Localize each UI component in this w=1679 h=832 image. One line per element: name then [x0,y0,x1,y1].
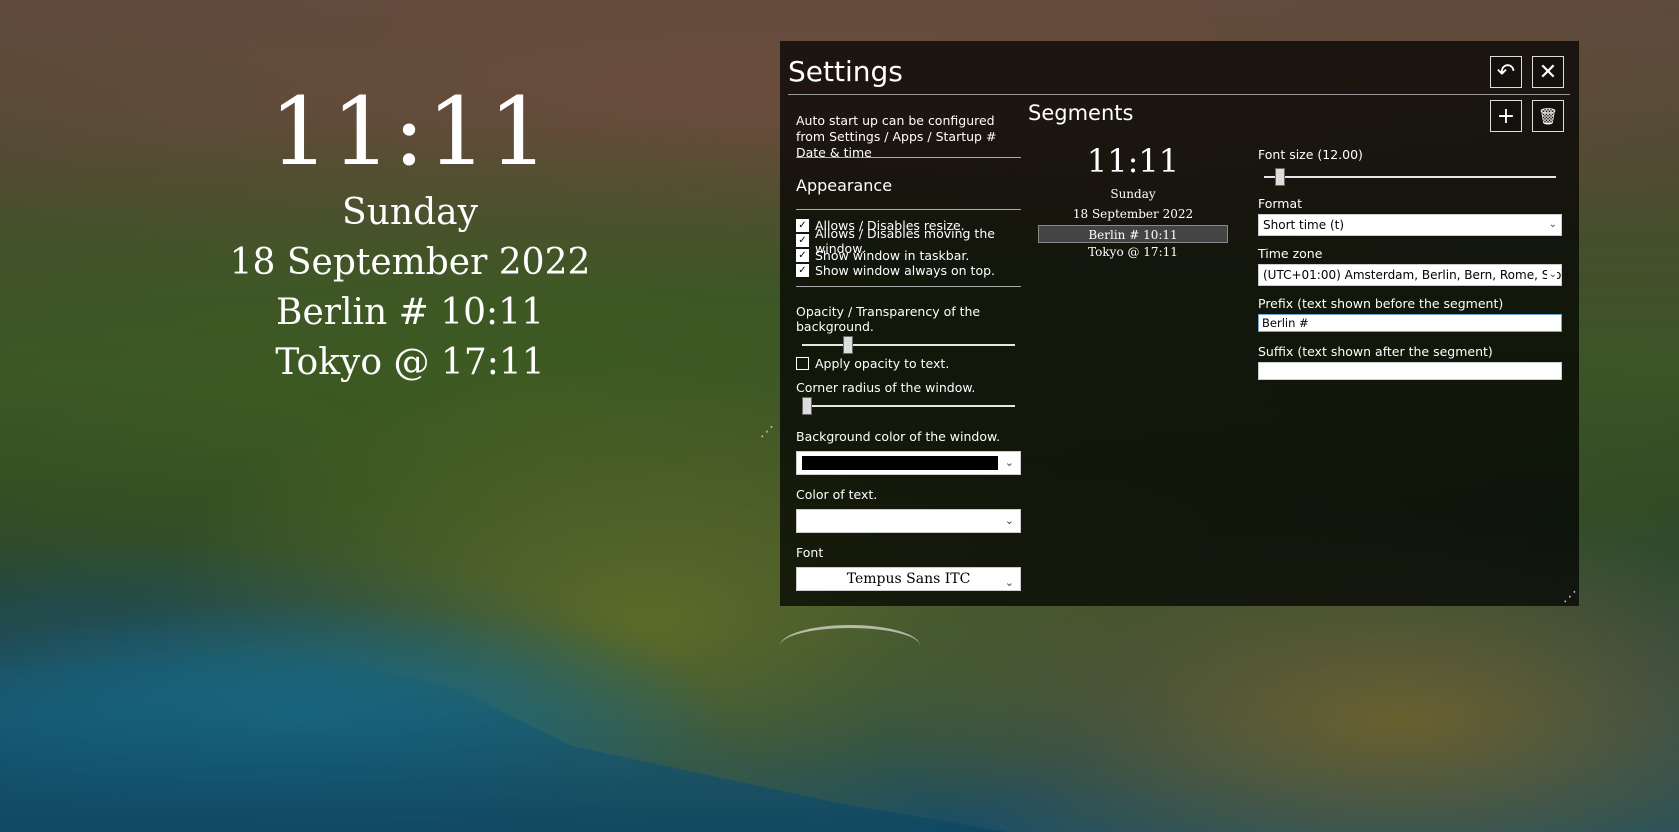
slider-track [802,344,1015,346]
chevron-down-icon: ⌄ [1004,514,1014,527]
chevron-down-icon: ⌄ [1546,265,1557,285]
slider-thumb[interactable] [842,336,853,354]
check-icon: ✓ [796,264,809,277]
text-color-label: Color of text. [796,487,878,502]
opacity-slider[interactable] [796,334,1021,356]
color-swatch [802,456,998,470]
corner-radius-label: Corner radius of the window. [796,380,976,395]
format-value: Short time (t) [1263,218,1345,232]
undo-icon: ↶ [1496,59,1516,85]
format-label: Format [1258,196,1303,211]
close-button[interactable]: ✕ [1532,56,1564,88]
settings-title: Settings [788,55,903,88]
appearance-heading: Appearance [796,176,893,195]
checkbox-empty [796,357,809,370]
check-icon: ✓ [796,234,809,247]
font-label: Font [796,545,824,560]
checkbox-always-on-top[interactable]: ✓ Show window always on top. [796,263,1021,278]
delete-segment-button[interactable]: 🗑 [1532,100,1564,132]
suffix-label: Suffix (text shown after the segment) [1258,344,1493,359]
check-icon: ✓ [796,249,809,262]
corner-radius-slider[interactable] [796,395,1021,417]
opacity-label: Opacity / Transparency of the background… [796,304,981,334]
undo-button[interactable]: ↶ [1490,56,1522,88]
check-icon: ✓ [796,219,809,232]
chevron-down-icon: ⌄ [1546,215,1557,235]
segment-item[interactable]: 18 September 2022 [1038,205,1228,223]
chevron-down-icon: ⌄ [1004,456,1014,469]
font-size-slider[interactable] [1258,166,1562,188]
trash-icon: 🗑 [1537,106,1559,126]
checkbox-label: Show window always on top. [815,263,995,278]
prefix-input[interactable]: Berlin # [1258,314,1562,332]
checkbox-apply-opacity[interactable]: Apply opacity to text. [796,356,1021,371]
font-size-label: Font size (12.00) [1258,147,1363,162]
clock-day: Sunday [342,192,478,233]
prefix-label: Prefix (text shown before the segment) [1258,296,1504,311]
add-segment-button[interactable]: + [1490,100,1522,132]
resize-grip-icon[interactable]: ⋰ [1563,589,1577,605]
segment-item[interactable]: Tokyo @ 17:11 [1038,243,1228,261]
segments-list: 11:11 Sunday 18 September 2022 Berlin # … [1038,141,1228,261]
clock-tokyo: Tokyo @ 17:11 [275,342,545,383]
wallpaper-bridge [780,625,920,650]
title-divider [788,94,1570,95]
settings-window: Settings ↶ ✕ + 🗑 Auto start up can be co… [780,41,1579,606]
slider-thumb[interactable] [802,397,812,415]
divider [796,209,1021,210]
suffix-input[interactable] [1258,362,1562,380]
divider [796,286,1021,287]
segment-item-selected[interactable]: Berlin # 10:11 [1038,225,1228,243]
checkbox-label: Show window in taskbar. [815,248,970,263]
checkbox-allow-move[interactable]: ✓ Allows / Disables moving the window. [796,226,1021,256]
timezone-dropdown[interactable]: (UTC+01:00) Amsterdam, Berlin, Bern, Rom… [1258,264,1562,286]
segment-properties: Font size (12.00) Format Short time (t) … [1258,147,1562,380]
wallpaper-coast [0,649,1008,832]
font-value: Tempus Sans ITC [846,571,971,587]
color-swatch [802,514,998,528]
appearance-panel: Auto start up can be configured from Set… [796,113,1021,591]
clock-widget[interactable]: 11:11 Sunday 18 September 2022 Berlin # … [46,60,774,440]
segments-heading: Segments [1028,101,1134,125]
close-icon: ✕ [1538,59,1558,85]
bg-color-picker[interactable]: ⌄ [796,451,1021,475]
timezone-value: (UTC+01:00) Amsterdam, Berlin, Bern, Rom… [1263,268,1561,282]
bg-color-label: Background color of the window. [796,429,1001,444]
clock-date: 18 September 2022 [229,242,591,283]
segment-item[interactable]: 11:11 [1038,141,1228,181]
checkbox-label: Apply opacity to text. [815,356,950,371]
slider-track [1264,176,1556,178]
timezone-label: Time zone [1258,246,1323,261]
resize-grip-icon[interactable]: ⋰ [760,424,774,440]
segment-item[interactable]: Sunday [1038,185,1228,203]
font-dropdown[interactable]: Tempus Sans ITC ⌄ [796,567,1021,591]
chevron-down-icon: ⌄ [1004,576,1014,589]
format-dropdown[interactable]: Short time (t) ⌄ [1258,214,1562,236]
clock-berlin: Berlin # 10:11 [276,292,544,333]
add-icon: + [1496,103,1516,129]
slider-track [802,405,1015,407]
text-color-picker[interactable]: ⌄ [796,509,1021,533]
clock-time: 11:11 [269,78,551,187]
startup-note: Auto start up can be configured from Set… [796,113,997,160]
slider-thumb[interactable] [1275,168,1286,186]
